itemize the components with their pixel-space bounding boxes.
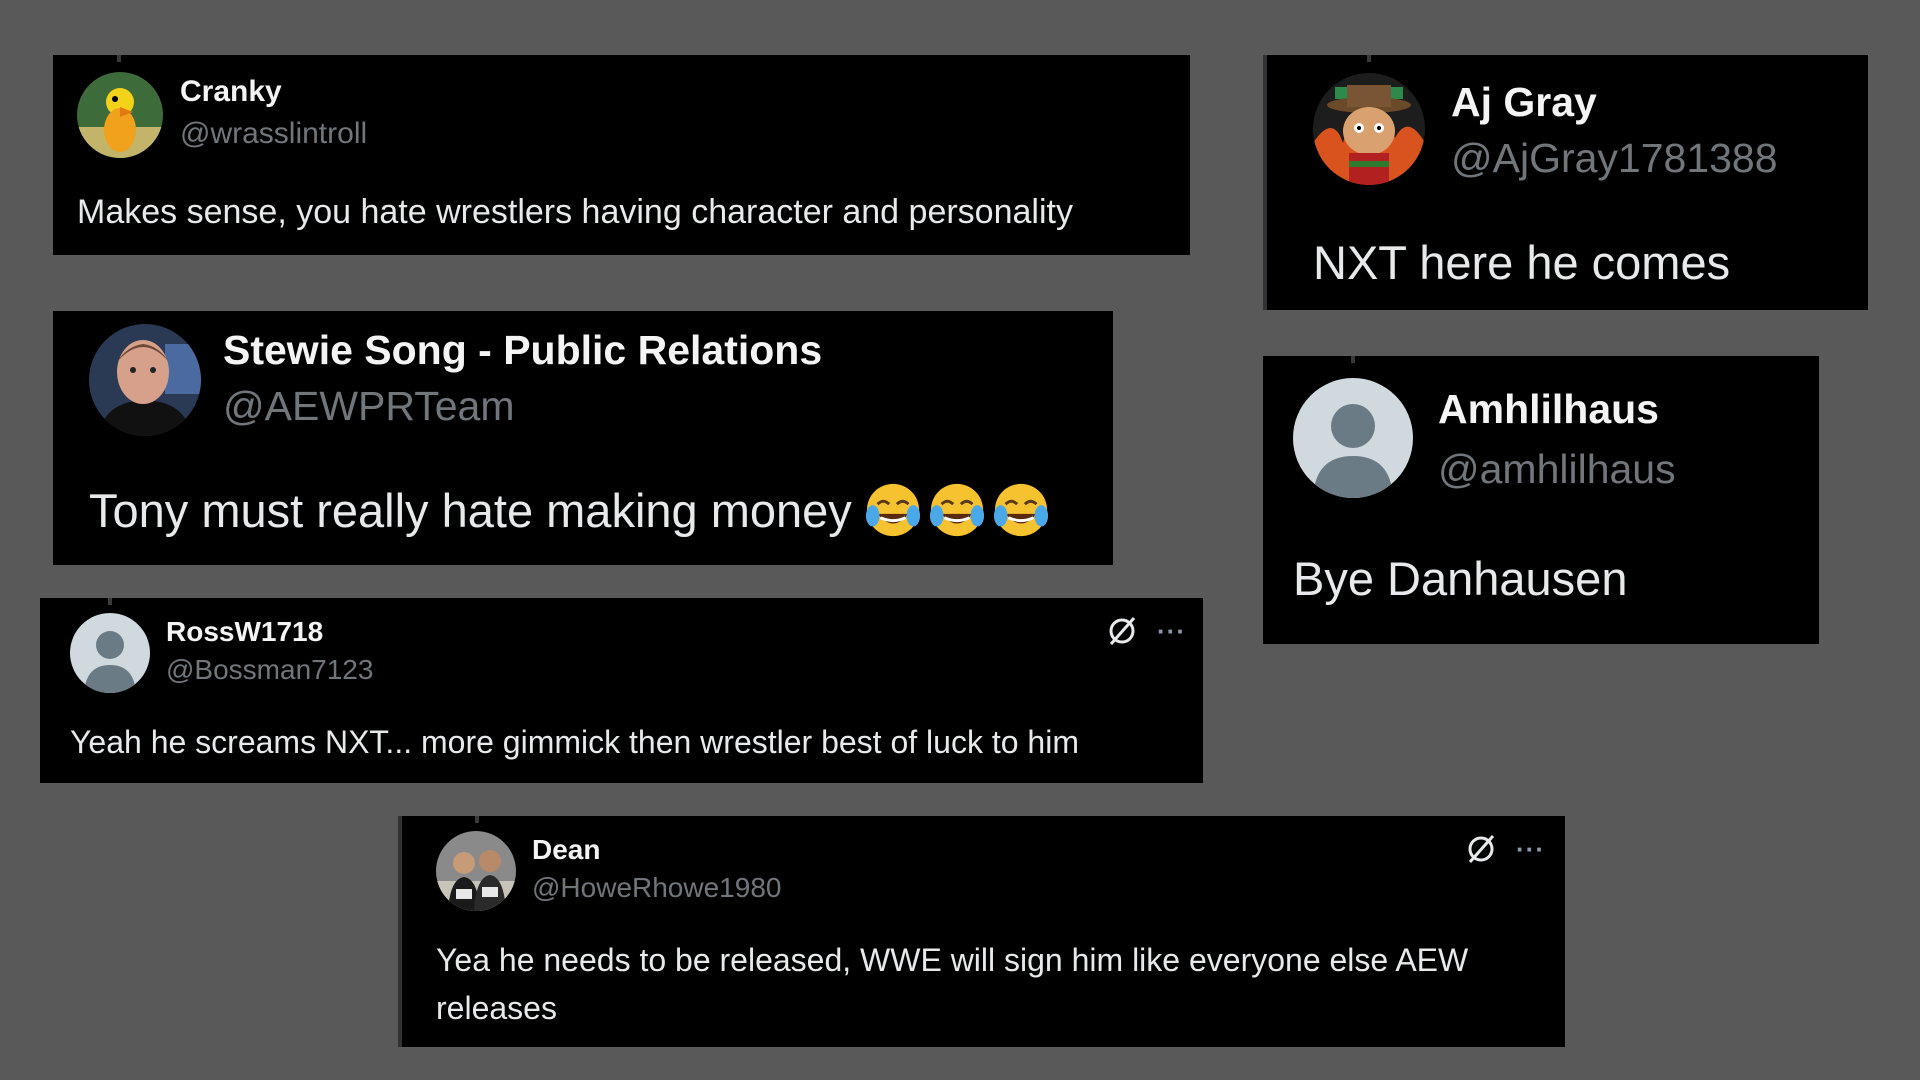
default-profile-avatar-icon[interactable] — [1293, 378, 1413, 498]
face-with-tears-of-joy-icon — [864, 481, 1050, 539]
thread-connector — [1351, 356, 1355, 363]
more-options-icon[interactable]: ··· — [1516, 834, 1545, 865]
display-name[interactable]: Cranky — [180, 75, 282, 109]
cartoon-duck-avatar-icon[interactable] — [77, 72, 163, 158]
default-profile-avatar-icon[interactable] — [70, 613, 150, 693]
reply-text-content: Tony must really hate making money — [89, 483, 852, 537]
username[interactable]: @AEWPRTeam — [223, 383, 514, 430]
reply-text: Tony must really hate making money — [89, 481, 1050, 539]
reply-card-amhlilhaus[interactable]: Amhlilhaus @amhlilhaus Bye Danhausen — [1263, 356, 1819, 644]
more-options-icon[interactable]: ··· — [1157, 616, 1186, 647]
cartoon-freddy-avatar-icon[interactable] — [1313, 73, 1425, 185]
group-photo-avatar-icon[interactable] — [436, 831, 516, 911]
thread-line — [1263, 55, 1267, 310]
username[interactable]: @amhlilhaus — [1438, 446, 1676, 493]
display-name[interactable]: Stewie Song - Public Relations — [223, 327, 822, 374]
grok-icon[interactable] — [1464, 832, 1498, 866]
reply-text: Makes sense, you hate wrestlers having c… — [77, 193, 1073, 231]
reply-text: Yeah he screams NXT... more gimmick then… — [70, 724, 1079, 760]
username[interactable]: @AjGray1781388 — [1451, 135, 1778, 182]
post-actions: ··· — [1105, 614, 1186, 648]
reply-text: Yea he needs to be released, WWE will si… — [436, 942, 1469, 1026]
username[interactable]: @wrasslintroll — [180, 117, 367, 151]
reply-card-dean[interactable]: Dean @HoweRhowe1980 ··· Yea he needs to … — [398, 816, 1565, 1047]
display-name[interactable]: RossW1718 — [166, 616, 323, 648]
display-name[interactable]: Dean — [532, 834, 600, 866]
thread-connector — [475, 816, 479, 823]
reply-card-ajgray[interactable]: Aj Gray @AjGray1781388 NXT here he comes — [1263, 55, 1868, 310]
man-photo-avatar-icon[interactable] — [89, 324, 201, 436]
thread-connector — [1367, 55, 1371, 62]
display-name[interactable]: Aj Gray — [1451, 79, 1597, 126]
thread-line — [398, 816, 402, 1047]
grok-icon[interactable] — [1105, 614, 1139, 648]
reply-text: Bye Danhausen — [1293, 552, 1628, 605]
post-actions: ··· — [1464, 832, 1545, 866]
thread-connector — [108, 598, 112, 605]
display-name[interactable]: Amhlilhaus — [1438, 386, 1659, 433]
username[interactable]: @HoweRhowe1980 — [532, 872, 781, 904]
reply-card-rossw1718[interactable]: RossW1718 @Bossman7123 ··· Yeah he screa… — [40, 598, 1203, 783]
reply-card-stewie[interactable]: Stewie Song - Public Relations @AEWPRTea… — [53, 311, 1113, 565]
reply-card-cranky[interactable]: Cranky @wrasslintroll Makes sense, you h… — [53, 55, 1190, 255]
thread-connector — [117, 55, 121, 62]
username[interactable]: @Bossman7123 — [166, 654, 373, 686]
reply-text: NXT here he comes — [1313, 236, 1731, 289]
